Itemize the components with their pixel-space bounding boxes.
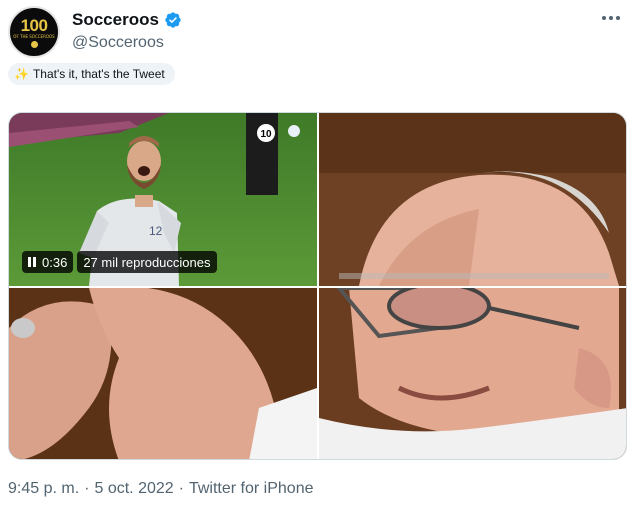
pope-top-image [319, 113, 626, 286]
video-controls: 0:36 27 mil reproducciones [22, 251, 217, 273]
pope-image-bottom[interactable] [319, 288, 626, 459]
author-name-row[interactable]: Socceroos [72, 10, 182, 30]
avatar-subtitle: OF THE SOCCEROOS [13, 33, 55, 39]
dot-icon [609, 16, 613, 20]
svg-text:12: 12 [149, 224, 163, 238]
pause-icon[interactable] [28, 257, 36, 267]
more-options-button[interactable] [598, 12, 624, 24]
view-count-label: 27 mil reproducciones [83, 254, 211, 270]
video-player[interactable]: 10 12 0:36 27 mil reproducciones [9, 113, 317, 286]
avatar-number: 100 [20, 15, 48, 35]
tweet-time[interactable]: 9:45 p. m. [8, 480, 79, 498]
hands-image-graphic [9, 288, 317, 459]
tweet-source: Twitter for iPhone [188, 480, 314, 497]
tweet-meta: 9:45 p. m. · 5 oct. 2022 · Twitter for i… [8, 480, 313, 498]
author-handle[interactable]: @Socceroos [72, 34, 164, 52]
tweet-date[interactable]: 5 oct. 2022 [94, 480, 173, 498]
pope-image-top[interactable] [319, 113, 626, 286]
video-time: 0:36 [42, 254, 68, 270]
display-name[interactable]: Socceroos [72, 10, 159, 30]
avatar[interactable]: 100 OF THE SOCCEROOS [8, 6, 60, 58]
media-grid: 10 12 0:36 27 mil reproducciones [8, 112, 627, 460]
dot-icon [616, 16, 620, 20]
svg-text:10: 10 [260, 129, 272, 140]
sparkles-icon: ✨ [14, 67, 29, 81]
tweet-text-content: That's it, that's the Tweet [32, 67, 165, 81]
pope-bottom-image [319, 288, 626, 459]
tweet-text: ✨ That's it, that's the Tweet [8, 63, 175, 85]
separator: · [84, 480, 90, 497]
hands-image[interactable] [9, 288, 317, 459]
ball-icon [30, 40, 38, 48]
dot-icon [602, 16, 606, 20]
view-count: 27 mil reproducciones [77, 251, 217, 273]
verified-badge-icon [165, 12, 181, 28]
separator: · [178, 480, 184, 497]
video-timer[interactable]: 0:36 [22, 251, 74, 273]
